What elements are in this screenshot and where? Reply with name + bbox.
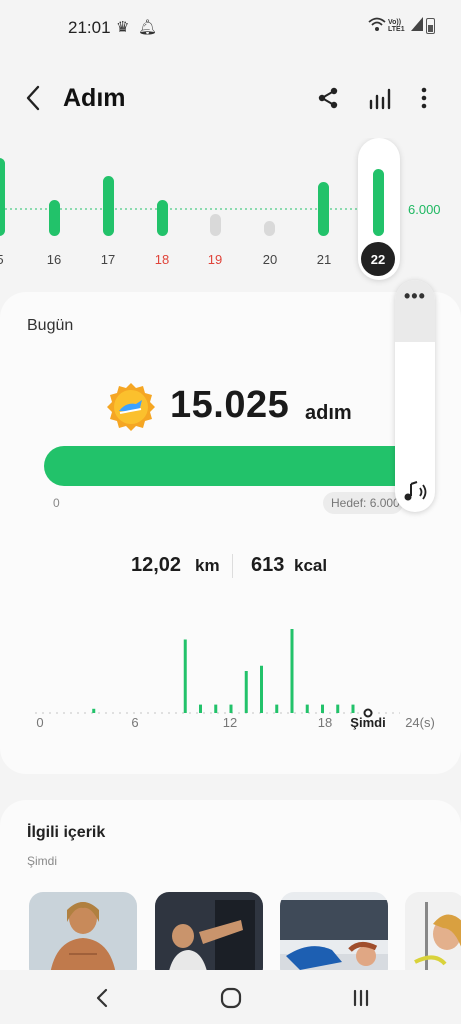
related-thumbnail-3[interactable] — [280, 892, 388, 982]
day-bar — [210, 214, 221, 236]
hourly-bar — [290, 629, 294, 713]
today-card: Bugün 15.025 adım 0 Hedef: 6.000 12,02 k… — [0, 292, 461, 774]
achievement-medal-icon — [106, 382, 156, 432]
nav-recents-button[interactable] — [348, 985, 374, 1011]
volume-panel[interactable]: ••• — [395, 280, 435, 512]
system-nav-bar — [0, 970, 461, 1024]
workout-photo-icon — [155, 892, 263, 982]
app-header: Adım — [0, 68, 461, 128]
hourly-x-label: 18 — [318, 715, 332, 730]
hourly-bar — [199, 704, 202, 713]
trends-button[interactable] — [366, 84, 394, 112]
hourly-bar — [321, 704, 324, 713]
hourly-bar — [305, 704, 309, 713]
day-label[interactable]: 17 — [101, 252, 115, 267]
hourly-bar — [351, 704, 355, 713]
workout-photo-icon — [405, 892, 461, 982]
related-thumbnail-2[interactable] — [155, 892, 263, 982]
hourly-x-label: 0 — [36, 715, 43, 730]
workout-photo-icon — [280, 892, 388, 982]
more-options-button[interactable] — [410, 84, 438, 112]
day-label[interactable]: 20 — [263, 252, 277, 267]
wifi-icon — [368, 16, 386, 36]
hourly-bar — [229, 704, 233, 713]
bar-chart-icon — [369, 88, 391, 110]
nav-back-icon — [96, 988, 108, 1008]
notification-icon: ♛ — [116, 19, 130, 36]
hourly-x-label: 12 — [223, 715, 237, 730]
day-bar — [103, 176, 114, 236]
nav-home-icon — [220, 987, 242, 1009]
volume-more-button[interactable]: ••• — [395, 280, 435, 342]
battery-icon — [426, 18, 435, 34]
calories-unit: kcal — [294, 556, 328, 575]
metrics-row: 12,02 km 613 kcal — [0, 554, 461, 584]
hourly-bar — [214, 704, 218, 713]
related-thumbnail-1[interactable] — [29, 892, 137, 982]
bell-icon: 🔔︎ — [138, 19, 158, 36]
goal-badge: Hedef: 6.000 — [323, 492, 403, 514]
day-bar — [318, 182, 329, 236]
distance-unit: km — [195, 556, 220, 575]
progress-start-label: 0 — [53, 496, 60, 510]
hourly-bar — [92, 708, 96, 713]
metrics-divider — [232, 554, 233, 578]
hourly-bar — [336, 704, 340, 713]
related-subtitle: Şimdi — [27, 854, 58, 868]
workout-photo-icon — [29, 892, 137, 982]
nav-recents-icon — [353, 989, 369, 1007]
status-bar: 21:01 ♛ 🔔︎ Vo)) LTE1 — [0, 0, 461, 56]
nav-back-button[interactable] — [90, 985, 116, 1011]
day-label[interactable]: 21 — [317, 252, 331, 267]
related-title: İlgili içerik — [27, 824, 106, 841]
day-bar — [157, 200, 168, 236]
steps-unit: adım — [305, 402, 352, 424]
goal-label: 6.000 — [408, 202, 441, 217]
media-volume-icon[interactable] — [403, 480, 429, 504]
day-bar — [373, 169, 384, 236]
more-vertical-icon — [421, 87, 427, 109]
status-time: 21:01 — [68, 18, 111, 37]
day-label[interactable]: 22 — [371, 252, 385, 267]
signal-icon — [410, 16, 424, 36]
share-icon — [318, 87, 338, 109]
day-label[interactable]: 18 — [155, 252, 169, 267]
hourly-bar — [183, 639, 187, 713]
hourly-steps-chart[interactable]: 0 6 12 18 Şimdi 24(s) — [0, 622, 461, 742]
lte-indicator: Vo)) LTE1 — [388, 19, 405, 33]
day-bar — [264, 221, 275, 236]
calories-value: 613 — [251, 554, 285, 576]
hourly-x-label: Şimdi — [350, 715, 385, 730]
back-button[interactable] — [22, 84, 46, 112]
day-label[interactable]: 16 — [47, 252, 61, 267]
day-bar — [0, 158, 5, 236]
distance-value: 12,02 — [131, 554, 182, 576]
hourly-x-label: 24(s) — [405, 715, 435, 730]
day-label[interactable]: 5 — [0, 252, 4, 267]
more-horizontal-icon: ••• — [404, 286, 426, 306]
hourly-x-label: 6 — [131, 715, 138, 730]
hourly-bar — [260, 665, 263, 713]
weekly-steps-chart[interactable]: 5 16 17 18 19 20 21 22 6.000 — [0, 138, 461, 288]
hourly-bar — [244, 671, 248, 713]
steps-count: 15.025 — [170, 384, 290, 426]
related-thumbnail-4[interactable] — [405, 892, 461, 982]
nav-home-button[interactable] — [218, 985, 244, 1011]
today-title: Bugün — [27, 317, 74, 334]
day-label[interactable]: 19 — [208, 252, 222, 267]
share-button[interactable] — [314, 84, 342, 112]
hourly-bar — [275, 704, 279, 713]
page-title: Adım — [63, 84, 126, 112]
day-bar — [49, 200, 60, 236]
goal-progress-bar — [44, 446, 424, 486]
chevron-left-icon — [26, 85, 40, 111]
